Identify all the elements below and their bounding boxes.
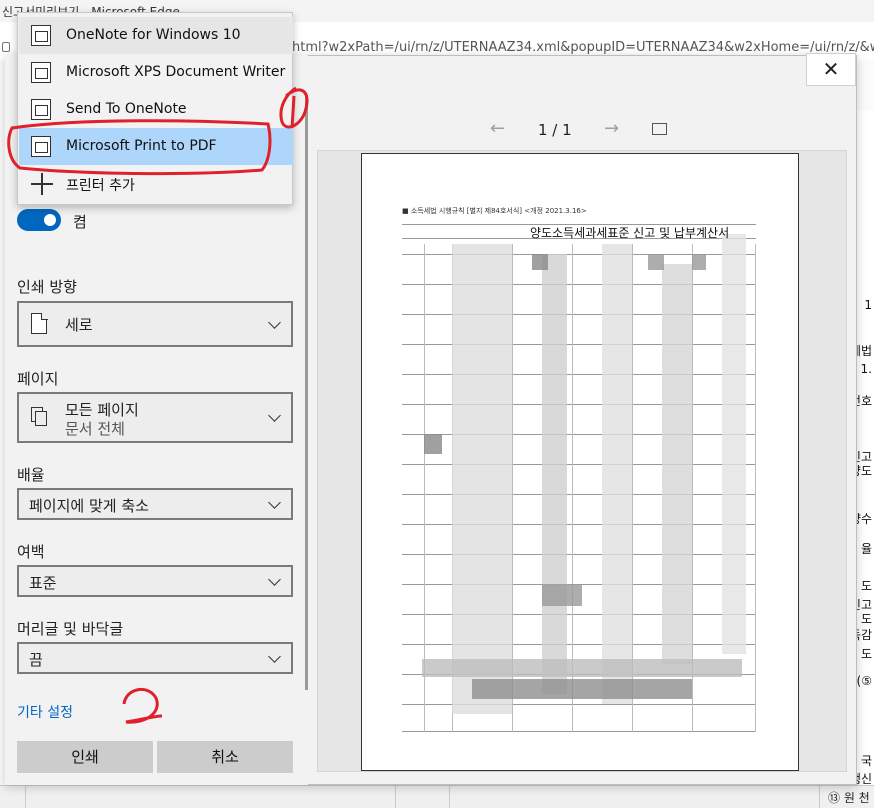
side-text: 도 [860,612,872,626]
document-header-small: ■ 소득세법 시행규칙 [별지 제84호서식] <개정 2021.3.16> [402,207,587,215]
document-icon [31,312,48,334]
fit-to-window-icon[interactable] [652,123,667,135]
printer-option-label: OneNote for Windows 10 [66,27,241,43]
add-printer-label: 프린터 추가 [66,178,135,194]
scale-select[interactable]: 페이지에 맞게 축소 [17,488,293,520]
close-button[interactable]: ✕ [806,53,856,86]
headers-footers-label: 머리글 및 바닥글 [17,620,124,638]
scale-label: 배율 [17,466,45,484]
page-counter: 1 / 1 [538,121,572,139]
chevron-down-icon [268,650,281,663]
printer-dropdown[interactable]: OneNote for Windows 10 Microsoft XPS Doc… [17,12,293,205]
side-text: 율 [860,542,872,556]
document-title: 양도소득세과세표준 신고 및 납부계산서 [530,226,730,240]
side-text: (⑤ [856,674,872,688]
cancel-button[interactable]: 취소 [157,741,293,773]
color-toggle-label: 켬 [73,213,87,231]
side-text: 국 [860,754,872,768]
side-text: 도 [860,647,872,661]
margins-select[interactable]: 표준 [17,565,293,597]
chevron-down-icon [268,496,281,509]
toggle-knob [44,214,56,226]
preview-page: ■ 소득세법 시행규칙 [별지 제84호서식] <개정 2021.3.16> 양… [361,153,799,771]
printer-option[interactable]: OneNote for Windows 10 [19,17,293,54]
scale-value: 페이지에 맞게 축소 [29,497,149,515]
printer-option[interactable]: Send To OneNote [19,91,293,128]
side-text: 1. [860,362,872,376]
printer-option-selected[interactable]: Microsoft Print to PDF [19,128,293,165]
chevron-down-icon [268,573,281,586]
more-settings-link[interactable]: 기타 설정 [17,702,73,722]
orientation-label: 인쇄 방향 [17,278,77,296]
side-text: 도 [860,579,872,593]
printer-icon [31,62,51,83]
print-button[interactable]: 인쇄 [17,741,153,773]
margins-value: 표준 [29,574,57,592]
headers-footers-value: 끔 [29,651,43,669]
address-url[interactable]: html?w2xPath=/ui/rn/z/UTERNAAZ34.xml&pop… [292,40,874,55]
background-table-strip: ⑬ 원 천 [0,785,874,808]
settings-scrollbar[interactable] [305,95,308,690]
chevron-down-icon [268,316,281,329]
margins-label: 여백 [17,543,45,561]
next-page-button[interactable]: → [604,118,619,139]
orientation-select[interactable]: 세로 [17,301,293,347]
printer-icon [31,99,51,120]
printer-icon [31,25,51,46]
headers-footers-select[interactable]: 끔 [17,642,293,674]
pages-sub: 문서 전체 [65,420,125,438]
form-grid [402,224,756,732]
plus-icon [31,173,53,195]
side-text: 1 [864,298,872,312]
orientation-value: 세로 [65,316,93,334]
printer-option-label: Send To OneNote [66,101,187,117]
chevron-down-icon [268,409,281,422]
printer-icon [31,136,51,157]
pages-icon [31,407,49,427]
printer-option-label: Microsoft Print to PDF [66,138,217,154]
lock-icon [2,42,10,52]
printer-option[interactable]: Microsoft XPS Document Writer [19,54,293,91]
pages-select[interactable]: 모든 페이지 문서 전체 [17,392,293,443]
printer-option-label: Microsoft XPS Document Writer [66,64,286,80]
pages-value: 모든 페이지 [65,401,139,419]
strip-text: ⑬ 원 천 [828,791,870,805]
color-toggle[interactable] [17,209,61,231]
pages-label: 페이지 [17,370,59,388]
add-printer-option[interactable]: 프린터 추가 [19,165,293,202]
prev-page-button[interactable]: ← [490,118,505,139]
